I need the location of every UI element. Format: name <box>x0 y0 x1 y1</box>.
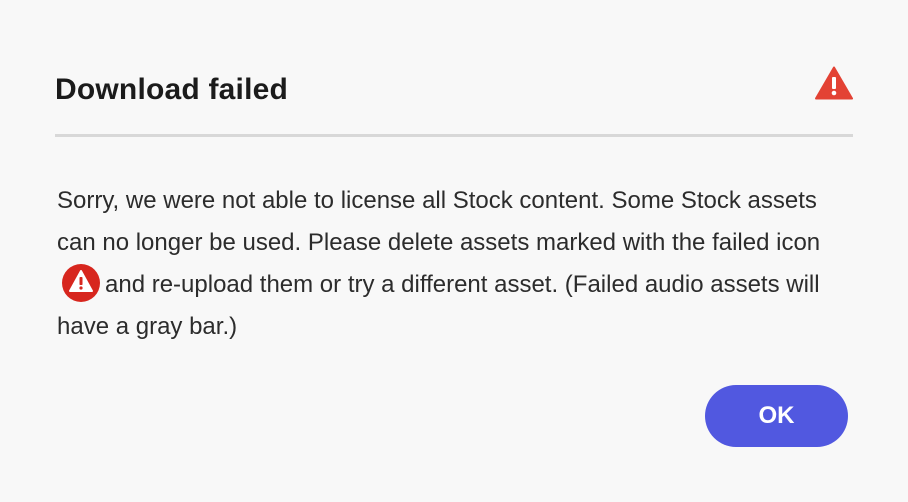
alert-triangle-icon <box>815 66 853 100</box>
dialog-message: Sorry, we were not able to license all S… <box>57 180 847 348</box>
ok-button[interactable]: OK <box>705 385 848 447</box>
dialog-title: Download failed <box>55 73 289 106</box>
message-text-part2: and re-upload them or try a different as… <box>57 271 820 340</box>
header-divider <box>55 134 853 137</box>
failed-alert-icon <box>62 263 100 302</box>
dialog-header: Download failed <box>55 66 853 114</box>
download-failed-dialog: Download failed Sorry, we were not able … <box>0 0 908 502</box>
message-text-part1: Sorry, we were not able to license all S… <box>57 187 821 256</box>
